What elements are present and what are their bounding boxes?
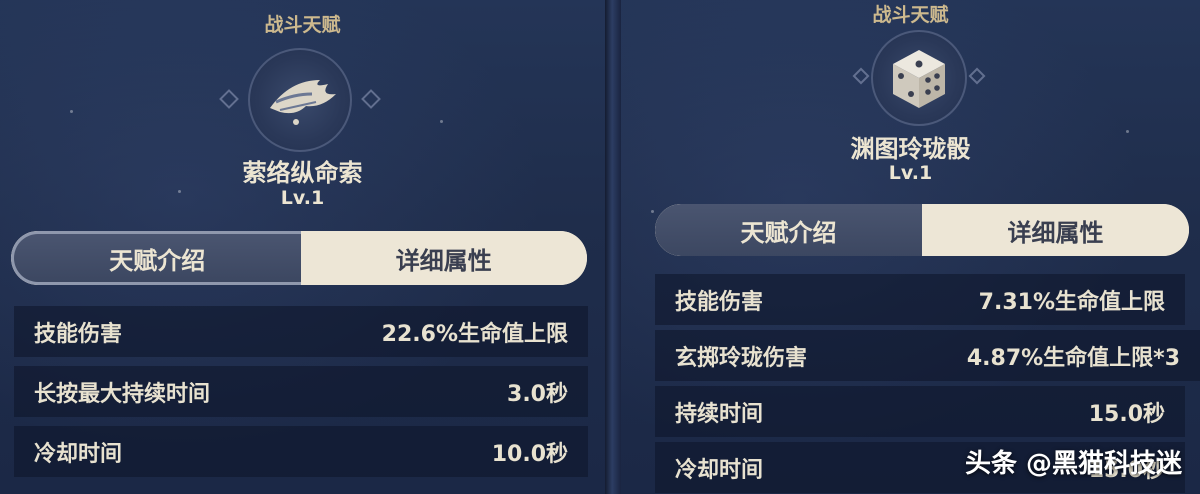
talent-level: Lv.1 (280, 187, 325, 209)
stat-label: 冷却时间 (675, 457, 764, 483)
stat-label: 玄掷玲珑伤害 (675, 345, 808, 371)
stat-row: 长按最大持续时间 3.0秒 (14, 366, 588, 417)
stat-label: 技能伤害 (34, 321, 123, 347)
talent-icon-frame (248, 48, 352, 152)
decor-diamond (968, 67, 986, 85)
stat-label: 冷却时间 (34, 441, 123, 467)
stat-label: 持续时间 (675, 401, 764, 427)
tab-talent-intro[interactable]: 天赋介绍 (11, 231, 301, 285)
stat-value: 10.0秒 (491, 441, 568, 467)
talent-name: 渊图玲珑骰 (850, 135, 971, 163)
decor-diamond (219, 89, 239, 109)
decor-star (440, 120, 443, 123)
talent-tabs: 天赋介绍 详细属性 (655, 204, 1189, 256)
stat-row: 持续时间 15.0秒 (655, 386, 1185, 437)
decor-star (70, 110, 73, 113)
decor-diamond (361, 89, 381, 109)
panel-divider (605, 0, 621, 494)
left-talent-panel: 战斗天赋 萦络纵命索 Lv.1 天赋介绍 详细属性 技能伤害 22.6%生命值上… (0, 0, 605, 494)
stat-row: 冷却时间 10.0秒 (14, 426, 588, 477)
stat-label: 技能伤害 (675, 289, 764, 315)
right-talent-panel: 战斗天赋 渊图玲珑骰 Lv.1 天赋介绍 详细属性 技能伤害 7.31%生命值上… (621, 0, 1200, 494)
tab-detail-attributes[interactable]: 详细属性 (300, 231, 587, 285)
dice-icon (893, 50, 945, 108)
stat-value: 15.0秒 (1088, 401, 1165, 427)
stat-value: 7.31%生命值上限 (978, 289, 1165, 315)
talent-level: Lv.1 (888, 162, 933, 184)
stat-row: 技能伤害 22.6%生命值上限 (14, 306, 588, 357)
decor-star (651, 210, 654, 213)
talent-tabs: 天赋介绍 详细属性 (11, 231, 587, 285)
decor-diamond (852, 67, 870, 85)
talent-category: 战斗天赋 (872, 4, 949, 26)
stat-value: 22.6%生命值上限 (381, 321, 568, 347)
stat-label: 长按最大持续时间 (34, 381, 211, 407)
watermark: 头条 @黑猫科技迷 (964, 449, 1182, 479)
talent-category: 战斗天赋 (264, 14, 341, 36)
stat-row: 玄掷玲珑伤害 4.87%生命值上限*3 (655, 330, 1200, 381)
tab-talent-intro[interactable]: 天赋介绍 (655, 204, 922, 256)
talent-icon-frame (871, 30, 967, 126)
stat-row: 技能伤害 7.31%生命值上限 (655, 274, 1185, 325)
tab-detail-attributes[interactable]: 详细属性 (922, 204, 1189, 256)
talent-name: 萦络纵命索 (242, 159, 363, 187)
flying-feather-icon (270, 80, 336, 125)
stat-value: 3.0秒 (507, 381, 568, 407)
stat-value: 4.87%生命值上限*3 (966, 345, 1180, 371)
